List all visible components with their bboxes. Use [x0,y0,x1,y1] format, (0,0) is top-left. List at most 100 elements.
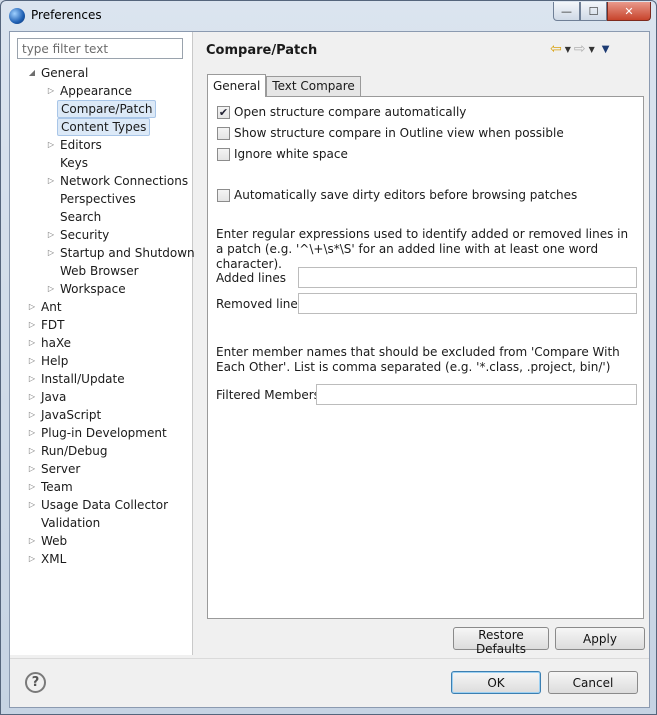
close-icon: ✕ [624,4,634,18]
tree-item-label: Help [41,354,69,368]
tree-item-label: Validation [41,516,101,530]
option-auto-save-dirty-editors[interactable]: Automatically save dirty editors before … [217,187,577,203]
tree-expand-icon[interactable]: ▷ [26,298,38,316]
option-open-structure-compare[interactable]: ✔ Open structure compare automatically [217,104,466,120]
forward-dropdown-icon[interactable]: ▼ [589,45,595,54]
tree-expand-icon[interactable]: ▷ [45,82,57,100]
tree-item[interactable]: ▷ Install/Update [10,370,193,388]
tree-item[interactable]: Keys [10,154,193,172]
help-icon[interactable]: ? [25,672,46,693]
tree-expand-icon[interactable]: ▷ [26,460,38,478]
tree-expand-icon[interactable]: ▷ [26,334,38,352]
cancel-button[interactable]: Cancel [548,671,638,694]
tree-expand-icon[interactable]: ▷ [45,244,57,262]
checkbox[interactable] [217,188,230,202]
tree-item[interactable]: ▷ Network Connections [10,172,193,190]
tree-item[interactable]: ▷ Workspace [10,280,193,298]
tree-item[interactable]: ▷ Java [10,388,193,406]
tree-item[interactable]: ▷ Help [10,352,193,370]
tree-item-label: Security [60,228,110,242]
tree-item[interactable]: ▷ FDT [10,316,193,334]
maximize-button[interactable]: ☐ [580,2,607,21]
tree-item[interactable]: ▷ Ant [10,298,193,316]
tree-item[interactable]: ▷ Security [10,226,193,244]
removed-lines-field[interactable] [298,293,637,314]
window-controls: — ☐ ✕ [553,2,651,21]
tree-item[interactable]: ▷ JavaScript [10,406,193,424]
tree-item-label: Keys [60,156,89,170]
tree-item-label: Ant [41,300,62,314]
tree-item[interactable]: Validation [10,514,193,532]
tree-expand-icon[interactable]: ▷ [45,172,57,190]
tree-expand-icon[interactable]: ▷ [26,352,38,370]
tree-collapse-icon[interactable]: ◢ [26,64,38,82]
tree-expand-icon[interactable]: ▷ [26,370,38,388]
preference-tree: ◢ General ▷ Appearance Compare/Patch Content … [10,64,195,568]
tree-expand-icon[interactable]: ▷ [26,388,38,406]
restore-defaults-button[interactable]: Restore Defaults [453,627,549,656]
tree-expand-icon[interactable]: ▷ [45,226,57,244]
tree-expand-icon[interactable]: ▷ [26,406,38,424]
back-arrow-icon[interactable]: ⇦ [550,41,562,57]
checkbox[interactable] [217,126,230,140]
tree-item[interactable]: ▷ Web [10,532,193,550]
filter-input[interactable] [17,38,183,59]
option-ignore-white-space[interactable]: Ignore white space [217,146,348,162]
tree-item-label: Perspectives [60,192,136,206]
tree-expand-icon[interactable]: ▷ [26,316,38,334]
view-menu-icon[interactable]: ▼ [602,44,610,55]
tree-item[interactable]: ▷ Run/Debug [10,442,193,460]
tree-expand-icon[interactable]: ▷ [45,280,57,298]
forward-arrow-icon[interactable]: ⇨ [574,41,586,57]
tree-item[interactable]: ▷ haXe [10,334,193,352]
tree-item[interactable]: Web Browser [10,262,193,280]
ok-button[interactable]: OK [451,671,541,694]
tree-item[interactable]: ▷ XML [10,550,193,568]
title-bar[interactable]: Preferences — ☐ ✕ [1,1,656,31]
tree-item-label: Usage Data Collector [41,498,169,512]
tree-item[interactable]: Content Types [10,118,193,136]
added-lines-field[interactable] [298,267,637,288]
tree-expand-icon[interactable]: ▷ [26,442,38,460]
close-button[interactable]: ✕ [607,2,651,21]
tree-item-label: Startup and Shutdown [60,246,195,260]
tree-expand-icon[interactable]: ▷ [26,424,38,442]
tree-item-label: Install/Update [41,372,125,386]
apply-button[interactable]: Apply [555,627,645,650]
tree-item[interactable]: ▷ Editors [10,136,193,154]
preference-tree-pane: ◢General▷AppearanceCompare/PatchContent … [10,32,195,655]
tree-item[interactable]: ▷ Appearance [10,82,193,100]
tree-item[interactable]: Search [10,208,193,226]
tree-expand-icon[interactable]: ▷ [26,496,38,514]
filtered-members-label: Filtered Members: [216,388,324,402]
tree-item[interactable]: ◢ General [10,64,193,82]
tree-item-label: Editors [60,138,102,152]
tree-item[interactable]: Compare/Patch [10,100,193,118]
back-dropdown-icon[interactable]: ▼ [565,45,571,54]
tree-item[interactable]: Perspectives [10,190,193,208]
tree-item[interactable]: ▷ Plug-in Development [10,424,193,442]
tree-expand-icon[interactable]: ▷ [26,532,38,550]
tree-item[interactable]: ▷ Team [10,478,193,496]
tree-expand-icon[interactable]: ▷ [26,478,38,496]
tab-general[interactable]: General [207,74,267,97]
minimize-button[interactable]: — [553,2,580,21]
removed-lines-label: Removed lines [216,297,305,311]
filtered-members-field[interactable] [316,384,637,405]
tab-text-compare[interactable]: Text Compare [266,76,361,97]
tree-item-label: Content Types [57,118,151,136]
tree-item[interactable]: ▷ Server [10,460,193,478]
regex-help-text: Enter regular expressions used to identi… [216,227,629,271]
tree-item-label: Web Browser [60,264,139,278]
tree-expand-icon[interactable]: ▷ [26,550,38,568]
tree-item-label: XML [41,552,67,566]
checkbox[interactable] [217,147,230,161]
tree-item-label: FDT [41,318,65,332]
option-show-structure-outline[interactable]: Show structure compare in Outline view w… [217,125,564,141]
tree-item[interactable]: ▷ Usage Data Collector [10,496,193,514]
tree-item[interactable]: ▷ Startup and Shutdown [10,244,195,262]
checkbox[interactable]: ✔ [217,105,230,119]
tree-item-label: Java [41,390,67,404]
tree-item-label: Team [41,480,73,494]
tree-expand-icon[interactable]: ▷ [45,136,57,154]
